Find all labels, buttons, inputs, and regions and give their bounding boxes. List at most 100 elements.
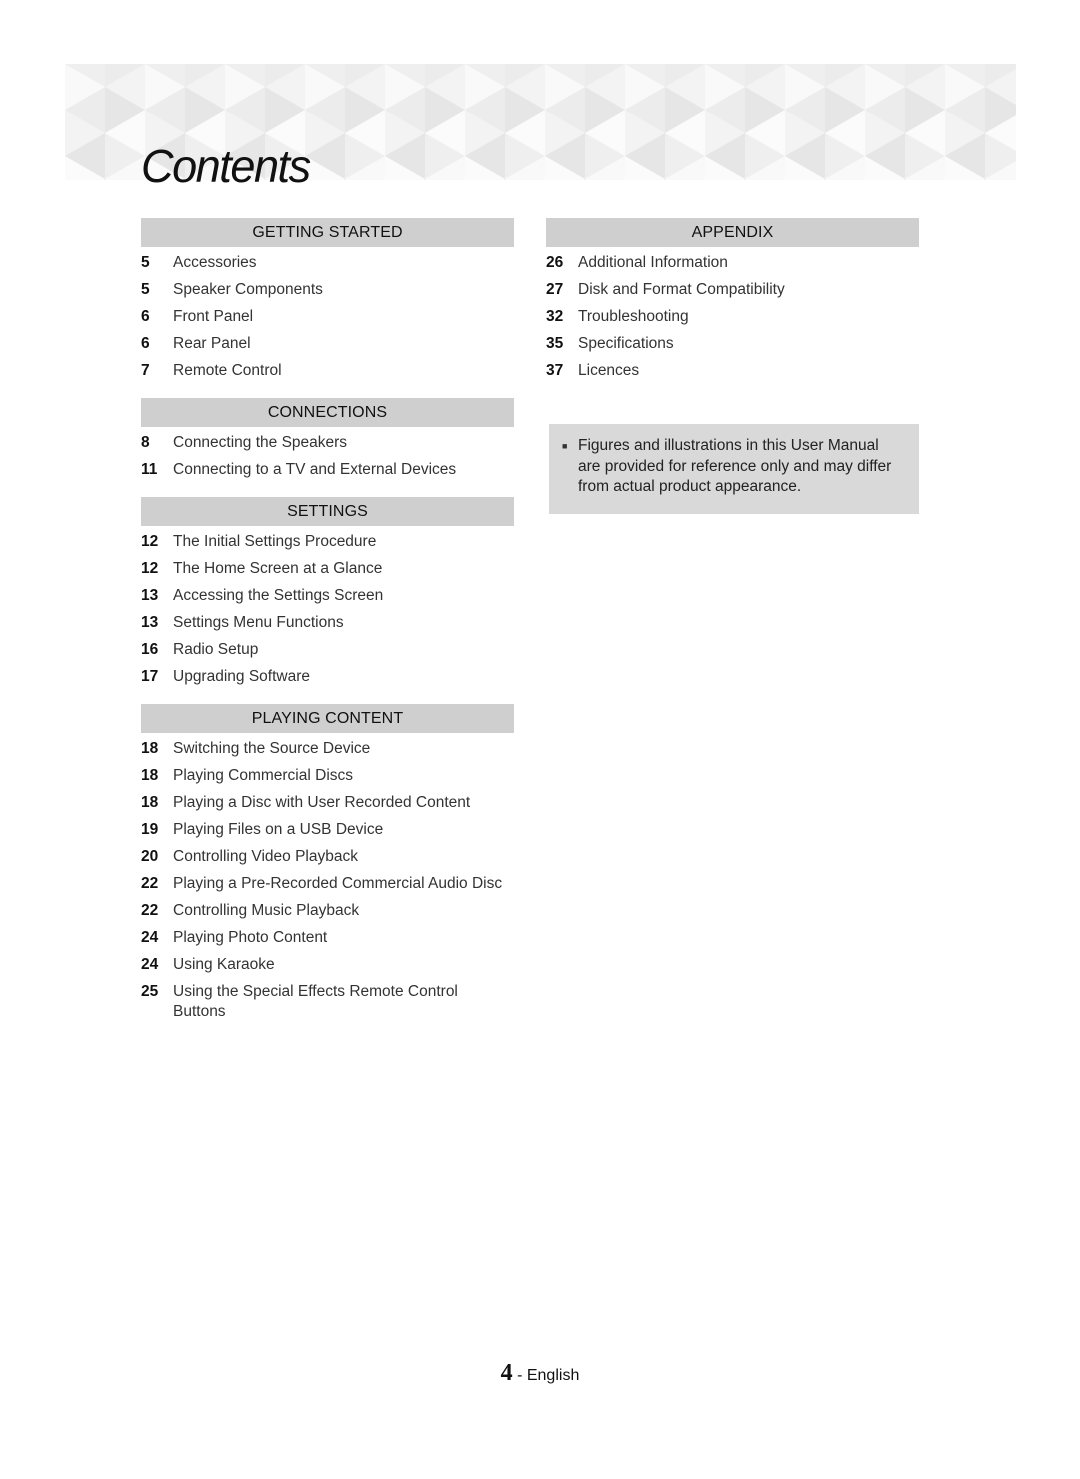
toc-page-number: 27 [546,281,564,298]
toc-entry-title: Connecting to a TV and External Devices [173,461,457,478]
toc-entry-title: Playing Photo Content [173,929,328,946]
toc-entry[interactable]: 12 The Home Screen at a Glance [141,555,514,582]
section-header: APPENDIX [546,218,919,247]
toc-entry[interactable]: 20 Controlling Video Playback [141,843,514,870]
toc-entry[interactable]: 27 Disk and Format Compatibility [546,276,919,303]
toc-entry-title: Troubleshooting [578,308,689,325]
toc-entry[interactable]: 37 Licences [546,357,919,384]
toc-entry-title: Remote Control [173,362,282,379]
section-header: PLAYING CONTENT [141,704,514,733]
toc-page-number: 18 [141,767,159,784]
toc-entry[interactable]: 13 Accessing the Settings Screen [141,582,514,609]
toc-entry-title: Playing a Pre-Recorded Commercial Audio … [173,875,503,892]
toc-page-number: 8 [141,434,150,451]
toc-entry[interactable]: 24 Playing Photo Content [141,924,514,951]
toc-entry-title: The Home Screen at a Glance [173,560,383,577]
toc-entry-title: Using the Special Effects Remote Control… [173,983,458,1020]
toc-entry-title: Radio Setup [173,641,259,658]
toc-entry-title: Playing Files on a USB Device [173,821,384,838]
toc-page-number: 13 [141,614,159,631]
toc-entry-title: The Initial Settings Procedure [173,533,377,550]
toc-entry-title: Specifications [578,335,674,352]
toc-entry[interactable]: 35 Specifications [546,330,919,357]
toc-page-number: 11 [141,461,158,478]
toc-page-number: 19 [141,821,159,838]
toc-page-number: 16 [141,641,159,658]
toc-page-number: 22 [141,875,159,892]
toc-entry[interactable]: 22 Playing a Pre-Recorded Commercial Audi… [141,870,514,897]
toc-entry-title: Upgrading Software [173,668,310,685]
toc-page-number: 12 [141,533,159,550]
toc-page-number: 25 [141,983,159,1000]
toc-entry[interactable]: 24 Using Karaoke [141,951,514,978]
toc-entry-title: Connecting the Speakers [173,434,348,451]
toc-entry[interactable]: 5 Accessories [141,249,514,276]
toc-entry[interactable]: 13 Settings Menu Functions [141,609,514,636]
toc-entry[interactable]: 25 Using the Special Effects Remote Contr… [141,978,514,1025]
toc-page-number: 6 [141,335,150,352]
toc-entry[interactable]: 32 Troubleshooting [546,303,919,330]
toc-entry-title: Using Karaoke [173,956,275,973]
footer-language: English [526,1367,580,1384]
toc-entry[interactable]: 18 Playing a Disc with User Recorded Cont… [141,789,514,816]
toc-entry[interactable]: 16 Radio Setup [141,636,514,663]
toc-page-number: 5 [141,281,150,298]
toc-page-number: 13 [141,587,159,604]
toc-entry[interactable]: 7 Remote Control [141,357,514,384]
page-number: 4 [500,1360,513,1386]
toc-entry-title: Playing a Disc with User Recorded Conten… [173,794,471,811]
section-header: SETTINGS [141,497,514,526]
toc-entry-title: Additional Information [578,254,728,271]
page-title: Contents [141,140,311,192]
toc-entry-title: Speaker Components [173,281,323,298]
toc-page-number: 35 [546,335,564,352]
toc-entry-title: Playing Commercial Discs [173,767,354,784]
toc-entry[interactable]: 18 Playing Commercial Discs [141,762,514,789]
toc-page-number: 22 [141,902,159,919]
toc-entry[interactable]: 17 Upgrading Software [141,663,514,690]
toc-page-number: 6 [141,308,150,325]
toc-entry[interactable]: 6 Rear Panel [141,330,514,357]
toc-entry-title: Front Panel [173,308,254,325]
toc-page-number: 24 [141,956,159,973]
toc-list: 8 Connecting the Speakers 11 Connecting to … [141,427,514,483]
toc-page-number: 17 [141,668,159,685]
toc-entry[interactable]: 18 Switching the Source Device [141,735,514,762]
footer-separator: - [512,1367,527,1384]
toc-page-number: 32 [546,308,564,325]
toc-entry[interactable]: 12 The Initial Settings Procedure [141,528,514,555]
toc-page-number: 18 [141,740,159,757]
toc-entry-title: Accessing the Settings Screen [173,587,384,604]
toc-column-left: GETTING STARTED 5 Accessories 5 Speaker Comp… [141,218,514,1039]
toc-entry-title: Controlling Music Playback [173,902,360,919]
section-header: CONNECTIONS [141,398,514,427]
toc-entry-title: Accessories [173,254,257,271]
toc-entry[interactable]: 19 Playing Files on a USB Device [141,816,514,843]
toc-page-number: 24 [141,929,159,946]
toc-entry[interactable]: 8 Connecting the Speakers [141,429,514,456]
toc-page-number: 18 [141,794,159,811]
note-text: Figures and illustrations in this User M… [578,437,892,495]
page-footer: 4 - English [0,1360,1080,1387]
toc-entry[interactable]: 22 Controlling Music Playback [141,897,514,924]
toc-entry-title: Switching the Source Device [173,740,371,757]
toc-list: 26 Additional Information 27 Disk and Forma… [546,247,919,384]
toc-list: 18 Switching the Source Device 18 Playing C… [141,733,514,1025]
bullet-icon: ■ [562,441,568,451]
toc-page-number: 37 [546,362,564,379]
toc-entry[interactable]: 6 Front Panel [141,303,514,330]
section-header: GETTING STARTED [141,218,514,247]
toc-entry-title: Rear Panel [173,335,251,352]
toc-entry[interactable]: 26 Additional Information [546,249,919,276]
toc-page-number: 20 [141,848,159,865]
toc-entry[interactable]: 5 Speaker Components [141,276,514,303]
note-box: ■ Figures and illustrations in this User… [549,424,919,514]
toc-list: 12 The Initial Settings Procedure 12 The Ho… [141,526,514,690]
toc-column-right: APPENDIX 26 Additional Information 27 Disk a… [546,218,919,398]
toc-page-number: 26 [546,254,564,271]
toc-entry-title: Disk and Format Compatibility [578,281,785,298]
toc-entry-title: Licences [578,362,640,379]
toc-entry-title: Settings Menu Functions [173,614,344,631]
toc-page-number: 5 [141,254,150,271]
toc-entry[interactable]: 11 Connecting to a TV and External Device… [141,456,514,483]
